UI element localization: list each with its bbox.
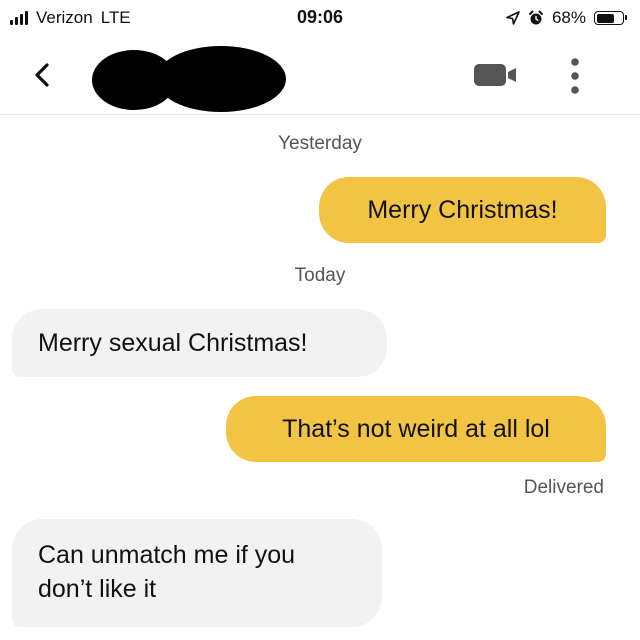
battery-fill [596,13,614,23]
chat-screen: Verizon LTE 09:06 68% Yesterday Merry Ch… [0,0,640,640]
battery-percent: 68% [551,8,586,27]
message-outgoing[interactable]: Merry Christmas! [319,177,606,243]
battery-icon [594,11,627,25]
message-text: Merry Christmas! [367,196,558,224]
message-text-line: Can unmatch me if you [38,541,296,569]
chevron-left-icon[interactable] [28,60,58,90]
message-outgoing[interactable]: That’s not weird at all lol [226,396,606,462]
message-incoming[interactable]: Can unmatch me if you don’t like it [12,519,382,627]
message-text: That’s not weird at all lol [282,415,550,443]
alarm-icon [528,10,543,25]
status-bar: Verizon LTE 09:06 68% [0,0,640,40]
redaction-blob [156,46,286,112]
status-right: 68% [506,8,627,28]
message-text-line: don’t like it [38,575,157,603]
message-incoming[interactable]: Merry sexual Christmas! [12,309,387,377]
contact-name-redacted[interactable] [92,46,286,112]
more-vertical-icon[interactable] [566,56,584,96]
delivery-status: Delivered [523,477,604,498]
date-separator-today: Today [294,265,346,286]
date-separator-yesterday: Yesterday [278,133,362,154]
video-camera-icon[interactable] [474,63,518,87]
message-text: Merry sexual Christmas! [38,329,308,357]
chat-header [0,40,640,115]
location-arrow-icon [506,11,520,25]
